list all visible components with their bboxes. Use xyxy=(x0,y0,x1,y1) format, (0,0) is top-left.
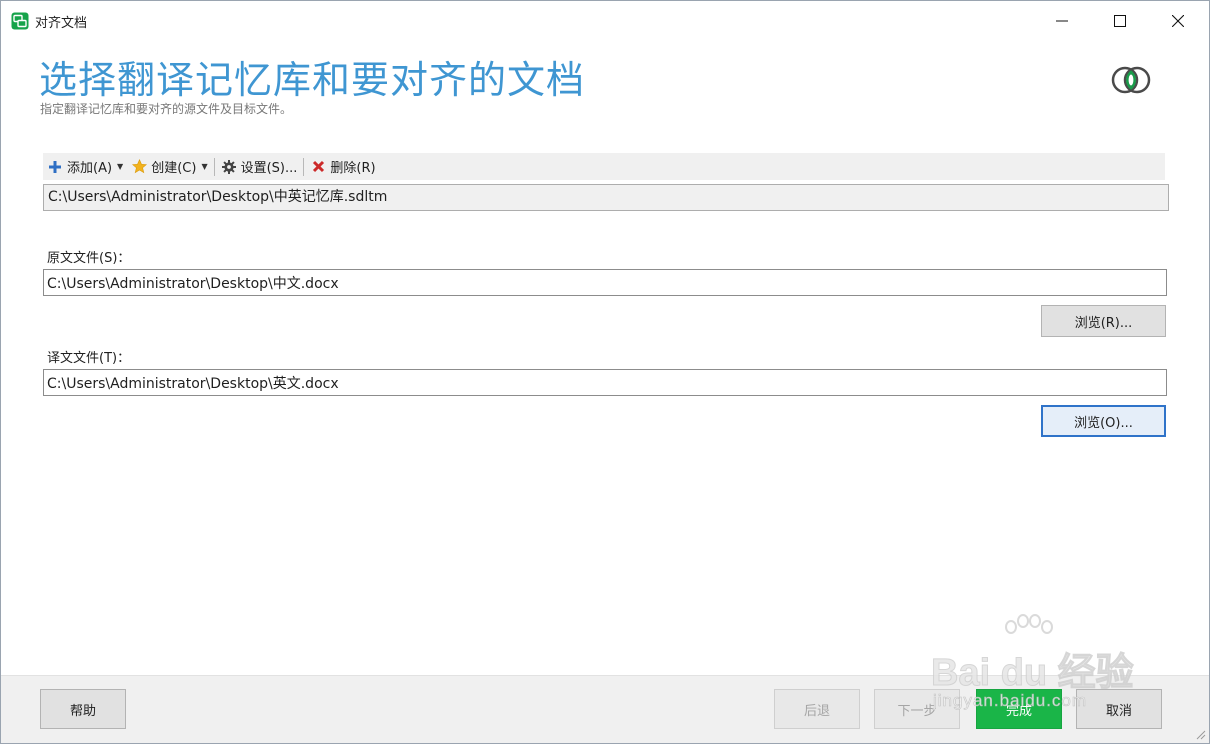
maximize-icon xyxy=(1114,15,1126,27)
delete-x-icon xyxy=(310,159,326,175)
wizard-footer: 帮助 后退 下一步 完成 取消 xyxy=(1,675,1209,743)
create-label: 创建(C) xyxy=(151,161,197,176)
settings-button[interactable]: 设置(S)... xyxy=(217,155,302,178)
cancel-button[interactable]: 取消 xyxy=(1076,689,1162,729)
minimize-icon xyxy=(1056,20,1068,22)
browse-target-button[interactable]: 浏览(O)... xyxy=(1041,405,1166,437)
trados-logo-icon xyxy=(1111,66,1151,94)
back-button[interactable]: 后退 xyxy=(774,689,860,729)
remove-label: 删除(R) xyxy=(330,161,376,176)
target-file-input[interactable] xyxy=(43,369,1167,396)
target-file-label: 译文文件(T)： xyxy=(47,351,131,366)
gear-icon xyxy=(221,159,237,175)
align-documents-window: 对齐文档 选择翻译记忆库和要对齐的文档 指定翻译记忆库和要对齐的源文件及目标文件… xyxy=(0,0,1210,744)
finish-button[interactable]: 完成 xyxy=(976,689,1062,729)
window-title: 对齐文档 xyxy=(35,16,88,31)
close-icon xyxy=(1172,15,1184,27)
plus-icon xyxy=(47,159,63,175)
help-button[interactable]: 帮助 xyxy=(40,689,126,729)
chevron-down-icon: ▼ xyxy=(117,162,124,171)
page-title: 选择翻译记忆库和要对齐的文档 xyxy=(39,58,586,102)
tm-toolbar: 添加(A) ▼ 创建(C) ▼ 设置(S)... 删除(R) xyxy=(43,153,1165,180)
create-button[interactable]: 创建(C) ▼ xyxy=(127,155,211,178)
app-icon xyxy=(11,12,29,30)
maximize-button[interactable] xyxy=(1091,1,1149,41)
browse-source-button[interactable]: 浏览(R)... xyxy=(1041,305,1166,337)
add-label: 添加(A) xyxy=(67,161,113,176)
source-file-input[interactable] xyxy=(43,269,1167,296)
remove-button[interactable]: 删除(R) xyxy=(306,155,379,178)
page-subtitle: 指定翻译记忆库和要对齐的源文件及目标文件。 xyxy=(40,102,293,116)
add-button[interactable]: 添加(A) ▼ xyxy=(43,155,127,178)
minimize-button[interactable] xyxy=(1033,1,1091,41)
toolbar-divider xyxy=(303,157,305,176)
title-bar: 对齐文档 xyxy=(1,1,1209,41)
toolbar-divider xyxy=(213,157,215,176)
resize-grip-icon[interactable] xyxy=(1194,728,1206,740)
source-file-label: 原文文件(S)： xyxy=(47,251,131,266)
close-button[interactable] xyxy=(1149,1,1207,41)
chevron-down-icon: ▼ xyxy=(201,162,208,171)
translation-memory-list-item[interactable]: C:\Users\Administrator\Desktop\中英记忆库.sdl… xyxy=(43,184,1169,211)
settings-label: 设置(S)... xyxy=(240,161,298,176)
next-button[interactable]: 下一步 xyxy=(874,689,960,729)
paw-icon xyxy=(1005,614,1053,634)
star-icon xyxy=(131,159,147,175)
